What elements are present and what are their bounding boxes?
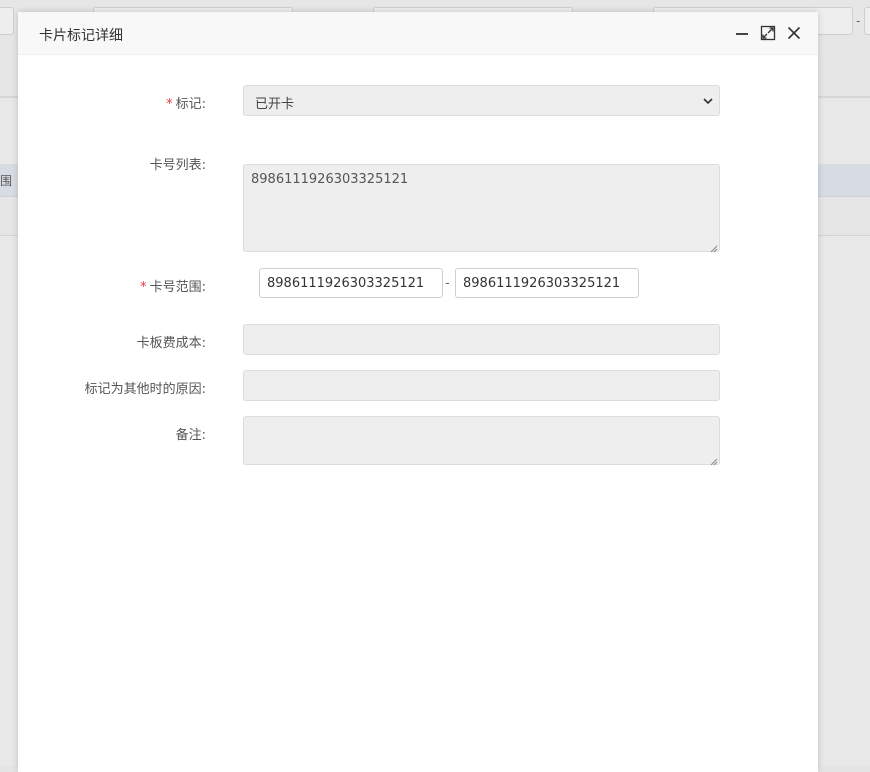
background-input — [0, 7, 14, 35]
card-list-value: 8986111926303325121 — [251, 172, 409, 187]
mark-label-text: 标记: — [175, 97, 206, 112]
card-range-from-input[interactable]: 8986111926303325121 — [259, 268, 443, 298]
mark-select-value: 已开卡 — [255, 97, 295, 112]
card-list-label: 卡号列表: — [149, 158, 206, 173]
background-table-header-text: 围 — [0, 174, 13, 188]
maximize-icon[interactable] — [760, 25, 776, 41]
card-range-label-text: 卡号范围: — [149, 280, 206, 295]
card-range-to-value: 8986111926303325121 — [463, 276, 621, 291]
required-marker: * — [140, 280, 147, 295]
other-reason-input[interactable] — [243, 370, 720, 401]
required-marker: * — [166, 97, 173, 112]
other-reason-label: 标记为其他时的原因: — [84, 382, 206, 397]
background-range-separator: - — [856, 14, 861, 28]
minimize-icon[interactable] — [734, 25, 750, 41]
background-input — [864, 7, 870, 35]
remarks-textarea[interactable] — [243, 416, 720, 466]
card-range-to-input[interactable]: 8986111926303325121 — [455, 268, 639, 298]
card-list-textarea[interactable]: 8986111926303325121 — [243, 164, 720, 253]
card-range-separator: - — [445, 276, 450, 291]
close-icon[interactable] — [786, 25, 802, 41]
mark-label: * 标记: — [166, 93, 206, 112]
chevron-down-icon — [702, 95, 714, 111]
resize-handle-icon[interactable] — [710, 242, 718, 253]
remarks-label: 备注: — [175, 428, 206, 443]
card-range-from-value: 8986111926303325121 — [267, 276, 425, 291]
mark-select[interactable]: 已开卡 — [243, 85, 720, 116]
card-cost-input[interactable] — [243, 324, 720, 355]
dialog-title: 卡片标记详细 — [39, 28, 123, 44]
card-range-label: * 卡号范围: — [140, 276, 206, 295]
card-mark-detail-dialog: 卡片标记详细 * 标记: 已开卡 卡号列表: 89861119263033251… — [18, 12, 818, 772]
card-cost-label: 卡板费成本: — [136, 336, 206, 351]
dialog-header: 卡片标记详细 — [18, 12, 818, 55]
resize-handle-icon[interactable] — [710, 455, 718, 466]
